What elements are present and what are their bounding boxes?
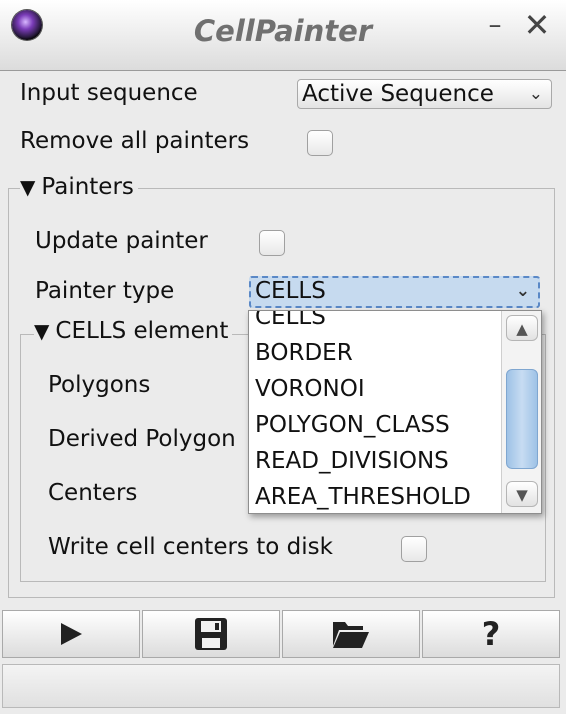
minimize-icon[interactable]: – <box>480 10 510 40</box>
dropdown-option[interactable]: BORDER <box>249 335 499 371</box>
save-button[interactable] <box>142 610 280 658</box>
title-bar: CellPainter – ✕ <box>0 0 566 71</box>
remove-all-painters-label: Remove all painters <box>20 128 250 154</box>
input-sequence-select[interactable]: Active Sequence ⌄ <box>297 79 552 109</box>
run-button[interactable] <box>2 610 140 658</box>
open-button[interactable] <box>282 610 420 658</box>
play-icon <box>61 623 82 645</box>
painters-section-title: Painters <box>41 174 134 200</box>
triangle-down-icon: ▼ <box>20 175 36 199</box>
chevron-down-icon: ⌄ <box>528 84 543 104</box>
dropdown-option[interactable]: CELLS <box>249 311 499 335</box>
painters-section-header[interactable]: ▼ Painters <box>20 174 138 200</box>
folder-open-icon <box>333 622 369 648</box>
dropdown-scrollbar[interactable]: ▲ ▼ <box>501 311 541 513</box>
polygons-label: Polygons <box>48 372 151 398</box>
scroll-thumb[interactable] <box>506 369 538 469</box>
input-sequence-value: Active Sequence <box>302 81 494 107</box>
action-toolbar: ? <box>2 610 560 660</box>
cells-section-title: CELLS element <box>55 318 229 344</box>
painter-type-label: Painter type <box>35 278 175 304</box>
centers-label: Centers <box>48 480 138 506</box>
update-painter-checkbox[interactable] <box>259 230 285 256</box>
cells-section-header[interactable]: ▼ CELLS element <box>34 318 233 344</box>
derived-polygons-label: Derived Polygon <box>48 426 236 452</box>
painter-type-select[interactable]: CELLS ⌄ <box>249 276 540 308</box>
help-button[interactable]: ? <box>422 610 560 658</box>
painter-type-value: CELLS <box>255 278 326 304</box>
write-centers-checkbox[interactable] <box>401 536 427 562</box>
scroll-down-icon[interactable]: ▼ <box>506 481 538 507</box>
triangle-down-icon: ▼ <box>34 319 50 343</box>
status-bar <box>2 664 560 708</box>
dropdown-option[interactable]: POLYGON_CLASS <box>249 407 499 443</box>
update-painter-label: Update painter <box>35 228 208 254</box>
chevron-down-icon: ⌄ <box>515 281 530 301</box>
dropdown-option[interactable]: READ_DIVISIONS <box>249 443 499 479</box>
dropdown-option[interactable]: VORONOI <box>249 371 499 407</box>
write-centers-label: Write cell centers to disk <box>48 534 333 560</box>
close-icon[interactable]: ✕ <box>522 9 552 41</box>
painter-type-dropdown[interactable]: CELLS BORDER VORONOI POLYGON_CLASS READ_… <box>248 310 542 514</box>
dropdown-option[interactable]: AREA_THRESHOLD <box>249 479 499 513</box>
dropdown-list: CELLS BORDER VORONOI POLYGON_CLASS READ_… <box>249 311 499 513</box>
remove-all-painters-checkbox[interactable] <box>307 130 333 156</box>
help-icon: ? <box>481 615 501 653</box>
save-icon <box>195 618 227 650</box>
scroll-up-icon[interactable]: ▲ <box>506 315 538 341</box>
input-sequence-label: Input sequence <box>20 80 198 106</box>
